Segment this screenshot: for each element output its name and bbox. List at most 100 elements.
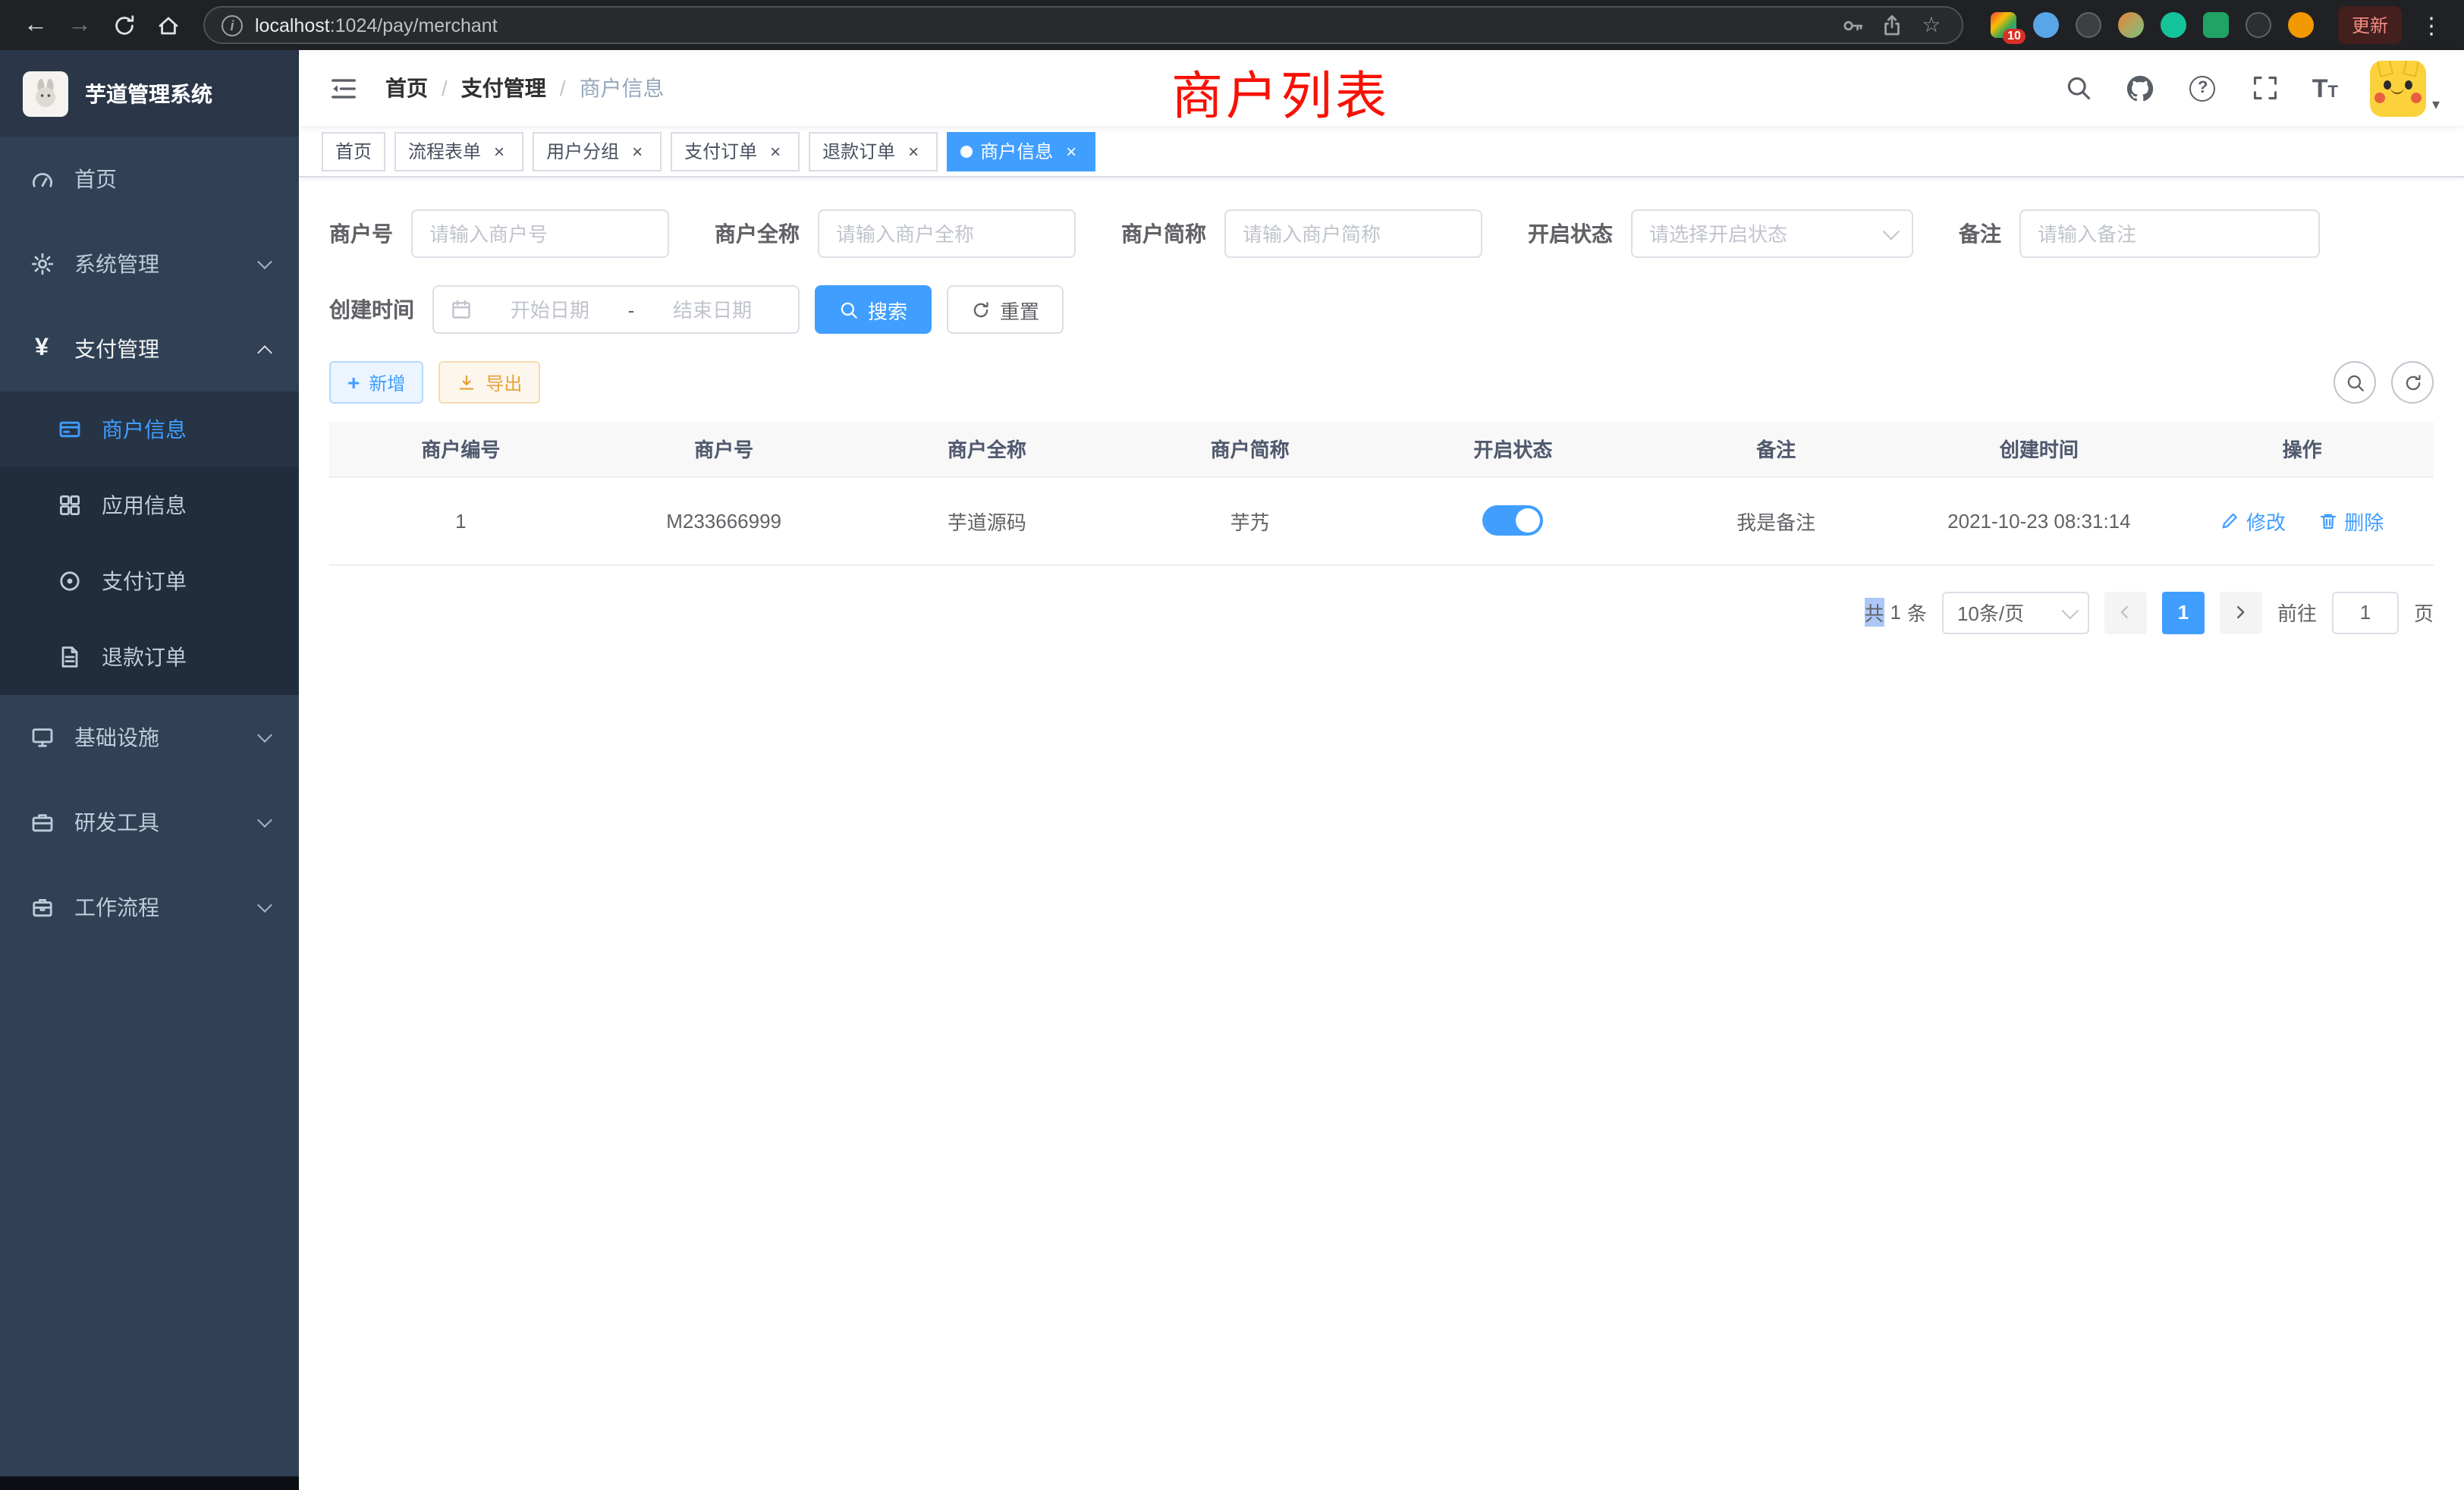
help-icon[interactable]: ? xyxy=(2188,73,2218,103)
delete-button[interactable]: 删除 xyxy=(2318,506,2384,535)
sidebar-item-home[interactable]: 首页 xyxy=(0,137,299,222)
header-search-icon[interactable] xyxy=(2063,73,2094,103)
github-icon[interactable] xyxy=(2126,73,2156,103)
extension-icon-grid[interactable]: 10 xyxy=(1991,12,2016,38)
sidebar-collapse-icon[interactable] xyxy=(323,68,364,108)
gear-icon xyxy=(29,252,55,276)
filter-label: 备注 xyxy=(1959,218,2019,249)
page-number-1[interactable]: 1 xyxy=(2162,591,2205,633)
search-button[interactable]: 搜索 xyxy=(815,285,932,334)
browser-extensions: 10 xyxy=(1991,12,2314,38)
extension-icon-dark[interactable] xyxy=(2076,12,2101,38)
tab-process-form[interactable]: 流程表单 × xyxy=(394,131,523,171)
sidebar-item-merchant-info[interactable]: 商户信息 xyxy=(0,391,299,467)
merchant-no-input[interactable] xyxy=(429,222,651,245)
url-host: localhost xyxy=(255,14,330,36)
edit-button[interactable]: 修改 xyxy=(2220,506,2286,535)
close-icon[interactable]: × xyxy=(1061,140,1082,162)
tab-pay-order[interactable]: 支付订单 × xyxy=(671,131,800,171)
sidebar-item-pay-order[interactable]: 支付订单 xyxy=(0,543,299,619)
close-icon[interactable]: × xyxy=(765,140,786,162)
url-path: :1024/pay/merchant xyxy=(330,14,498,36)
full-name-input[interactable] xyxy=(836,222,1058,245)
status-switch[interactable] xyxy=(1482,505,1543,536)
tab-user-group[interactable]: 用户分组 × xyxy=(533,131,662,171)
sidebar-item-workflow[interactable]: 工作流程 xyxy=(0,865,299,950)
browser-reload-button[interactable] xyxy=(103,5,144,46)
prev-page-button[interactable] xyxy=(2104,591,2147,633)
filter-create-time: 创建时间 - xyxy=(329,285,800,334)
start-date-input[interactable] xyxy=(481,298,619,321)
site-info-icon[interactable]: i xyxy=(222,14,243,36)
toggle-search-icon-button[interactable] xyxy=(2334,361,2376,404)
address-bar[interactable]: i localhost:1024/pay/merchant ☆ xyxy=(203,6,1963,44)
extension-icon-orange-avatar[interactable] xyxy=(2288,12,2314,38)
extension-icon-green-check[interactable] xyxy=(2161,12,2186,38)
export-button-label: 导出 xyxy=(486,369,522,395)
breadcrumb-home[interactable]: 首页 xyxy=(385,73,428,103)
browser-menu-icon[interactable]: ⋮ xyxy=(2414,11,2449,39)
date-range-picker[interactable]: - xyxy=(432,285,800,334)
export-button[interactable]: 导出 xyxy=(438,361,540,404)
payment-submenu: 商户信息 应用信息 支付订单 xyxy=(0,391,299,695)
sidebar-logo[interactable]: 芋道管理系统 xyxy=(0,50,299,137)
col-full-name: 商户全称 xyxy=(856,422,1119,476)
status-select[interactable] xyxy=(1631,209,1913,258)
cell-merchant-id: 1 xyxy=(329,476,592,564)
short-name-input[interactable] xyxy=(1243,222,1464,245)
app-title: 芋道管理系统 xyxy=(85,78,212,108)
goto-page-input[interactable] xyxy=(2332,591,2399,633)
extension-icon-blue[interactable] xyxy=(2033,12,2059,38)
end-date-input[interactable] xyxy=(643,298,781,321)
bookmark-star-icon[interactable]: ☆ xyxy=(1918,11,1945,39)
page-size-select[interactable]: 10条/页 xyxy=(1942,591,2089,633)
filter-label: 创建时间 xyxy=(329,294,432,325)
sidebar-item-app-info[interactable]: 应用信息 xyxy=(0,467,299,543)
extension-icon-green-square[interactable] xyxy=(2203,12,2229,38)
date-separator: - xyxy=(628,298,635,321)
extension-icon-pin[interactable] xyxy=(2246,12,2271,38)
full-name-input-box xyxy=(818,209,1076,258)
browser-update-button[interactable]: 更新 xyxy=(2338,6,2402,44)
tab-merchant-info[interactable]: 商户信息 × xyxy=(947,131,1095,171)
browser-chrome: ← → i localhost:1024/pay/merchant ☆ 10 xyxy=(0,0,2464,50)
fullscreen-icon[interactable] xyxy=(2250,73,2280,103)
browser-home-button[interactable] xyxy=(147,5,188,46)
add-button[interactable]: + 新增 xyxy=(329,361,423,404)
browser-back-button[interactable]: ← xyxy=(15,5,56,46)
close-icon[interactable]: × xyxy=(903,140,924,162)
remark-input[interactable] xyxy=(2038,222,2302,245)
chevron-down-icon xyxy=(257,254,272,269)
close-icon[interactable]: × xyxy=(489,140,510,162)
sidebar-item-refund-order[interactable]: 退款订单 xyxy=(0,619,299,695)
status-select-input[interactable] xyxy=(1649,222,1874,245)
url-text[interactable]: localhost:1024/pay/merchant xyxy=(255,14,1827,36)
sidebar-item-infrastructure[interactable]: 基础设施 xyxy=(0,695,299,780)
font-size-icon[interactable]: T T xyxy=(2312,75,2338,101)
target-icon xyxy=(56,569,82,593)
remark-input-box xyxy=(2019,209,2320,258)
sidebar-footer-bar xyxy=(0,1476,299,1490)
tab-home[interactable]: 首页 xyxy=(322,131,385,171)
share-icon[interactable] xyxy=(1878,11,1906,39)
next-page-button[interactable] xyxy=(2220,591,2262,633)
tab-refund-order[interactable]: 退款订单 × xyxy=(809,131,938,171)
filter-row-2: 创建时间 - 搜索 xyxy=(329,285,2434,334)
sidebar-item-system[interactable]: 系统管理 xyxy=(0,222,299,306)
refresh-icon-button[interactable] xyxy=(2391,361,2434,404)
reset-button[interactable]: 重置 xyxy=(947,285,1064,334)
sidebar-item-payment[interactable]: ¥ 支付管理 xyxy=(0,306,299,391)
close-icon[interactable]: × xyxy=(627,140,648,162)
browser-forward-button[interactable]: → xyxy=(59,5,100,46)
pagination-total: 共 1 条 xyxy=(1864,598,1927,627)
extension-icon-avatar[interactable] xyxy=(2118,12,2144,38)
breadcrumb-payment[interactable]: 支付管理 xyxy=(461,73,546,103)
search-button-label: 搜索 xyxy=(868,295,907,324)
sidebar-item-dev-tools[interactable]: 研发工具 xyxy=(0,780,299,865)
filter-label: 商户号 xyxy=(329,218,411,249)
password-key-icon[interactable] xyxy=(1839,11,1866,39)
user-avatar-menu[interactable]: ▾ xyxy=(2370,60,2440,116)
filter-label: 开启状态 xyxy=(1528,218,1631,249)
cell-short-name: 芋艿 xyxy=(1118,476,1381,564)
col-remark: 备注 xyxy=(1645,422,1908,476)
